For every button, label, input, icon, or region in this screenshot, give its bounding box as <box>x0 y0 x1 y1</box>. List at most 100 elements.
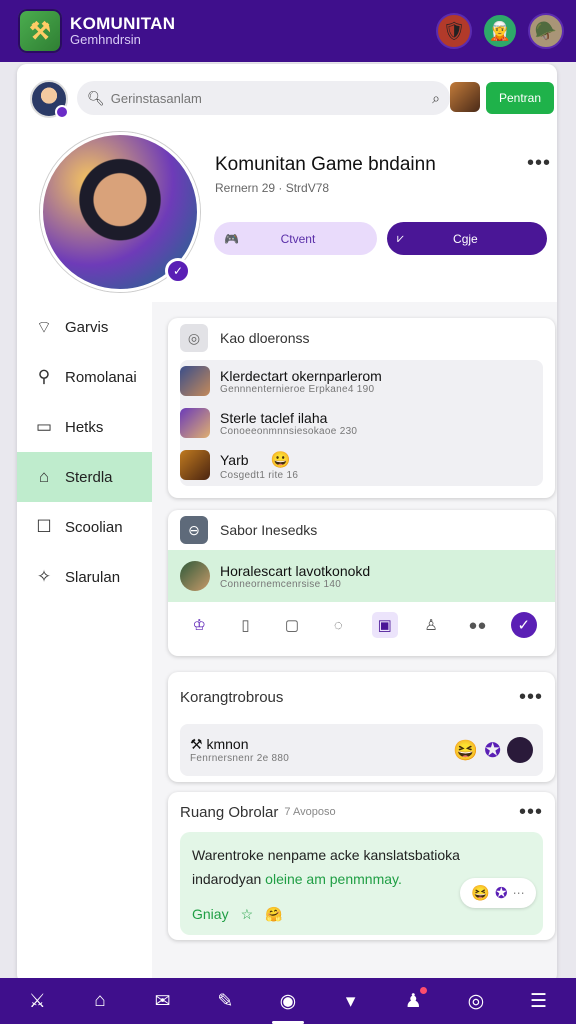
gamepad-icon: 🎮 <box>224 231 239 246</box>
nav-community-icon[interactable]: ◉ <box>268 981 308 1024</box>
reaction-label: Gniay <box>192 906 229 923</box>
forum-card: Korangtrobrous ••• ⚒ kmnon Fenrnersnenr … <box>168 672 555 782</box>
nav-mail-icon[interactable]: ✉ <box>143 981 183 1021</box>
member-list: Klerdectart okernparlerom Gennnenternier… <box>180 360 543 486</box>
game-thumbnail[interactable] <box>450 82 480 112</box>
list-item[interactable]: Yarb 😀 Cosgedt1 rite 16 <box>180 444 543 486</box>
laughing-emoji-icon: 😆 <box>471 885 491 902</box>
search-input[interactable] <box>110 90 433 106</box>
crown-icon[interactable]: ♔ <box>186 612 212 638</box>
person-icon[interactable]: ♙ <box>418 612 444 638</box>
search-bar[interactable]: 🔍︎ ⌕ <box>77 81 450 115</box>
square-icon: ☐ <box>36 517 52 536</box>
chat-footer: Gniay ☆ 🤗 <box>192 906 531 923</box>
tag-icon: ⌔ <box>36 317 52 337</box>
list-item[interactable]: Klerdectart okernparlerom Gennnenternier… <box>180 360 543 402</box>
nav-edit-icon[interactable]: ✎ <box>205 981 245 1021</box>
magnifier-icon[interactable]: ⌕ <box>432 90 440 107</box>
sidebar-item-hetks[interactable]: ▭ Hetks <box>17 402 152 452</box>
header-avatars: 🛡 🧝 🪖 <box>436 13 564 49</box>
search-icon: 🔍︎ <box>87 89 105 106</box>
member-avatar <box>180 408 210 438</box>
nav-inbox-icon[interactable]: ▾ <box>331 981 371 1021</box>
star-icon[interactable]: ✪ <box>484 738 501 763</box>
sidebar-item-scoolian[interactable]: ☐ Scoolian <box>17 502 152 552</box>
card-title: Sabor Inesedks <box>220 522 318 538</box>
member-avatar <box>180 366 210 396</box>
character-avatar[interactable]: 🧝 <box>482 13 518 49</box>
card-title: Ruang Obrolar <box>180 803 279 821</box>
sticker-icon[interactable]: ◌ <box>325 612 351 638</box>
member-avatar <box>180 450 210 480</box>
forum-row[interactable]: ⚒ kmnon Fenrnersnenr 2e 880 😆 ✪ <box>180 724 543 776</box>
signal-icon: ⩗ <box>397 231 404 245</box>
bottom-nav: ⚔ ⌂ ✉ ✎ ◉ ▾ ♟ ◎ ☰ <box>0 978 576 1024</box>
star-icon: ✪ <box>495 885 508 902</box>
user-avatar[interactable] <box>30 80 69 119</box>
sparkle-icon: ✧ <box>36 567 52 586</box>
card-title: Kao dloeronss <box>220 330 310 346</box>
sidebar-item-garvis[interactable]: ⌔ Garvis <box>17 302 152 352</box>
comment-icon[interactable]: ▢ <box>279 612 305 638</box>
list-item[interactable]: Horalescart lavotkonokd Conneornemcenrsi… <box>168 550 555 602</box>
hammer-icon: ⚒ <box>190 736 207 752</box>
home-icon: ⌂ <box>38 467 50 486</box>
action-toolbar: ♔ ▯ ▢ ◌ ▣ ♙ ●● ✓ <box>168 602 555 648</box>
card-header: Ruang Obrolar 7 Avoposo ••• <box>168 792 555 832</box>
more-options-icon[interactable]: ••• <box>519 802 543 822</box>
online-badge <box>55 105 69 119</box>
document-icon: ▭ <box>35 417 53 436</box>
soldier-avatar[interactable]: 🪖 <box>528 13 564 49</box>
verified-check-icon: ✓ <box>165 258 191 284</box>
link-icon[interactable]: ●● <box>464 612 490 638</box>
message-link[interactable]: oleine am penmnmay. <box>265 871 402 887</box>
check-icon[interactable]: ✓ <box>510 612 537 638</box>
sidebar-nav: ⌔ Garvis ⚲ Romolanai ▭ Hetks ⌂ Sterdla ☐… <box>17 302 152 984</box>
sidebar-item-sterdla[interactable]: ⌂ Sterdla <box>17 452 152 502</box>
notification-dot <box>420 987 428 994</box>
join-pill-button[interactable]: ⩗ Cgje <box>387 222 547 255</box>
card-header: Korangtrobrous ••• <box>168 672 555 722</box>
gallery-icon[interactable]: ▣ <box>371 612 398 638</box>
member-avatar <box>180 561 210 591</box>
card-header: ◎ Kao dloeronss <box>168 318 555 358</box>
more-icon: ⋯ <box>512 886 525 900</box>
event-pill-button[interactable]: 🎮 Ctvent <box>214 222 377 255</box>
bookmark-icon[interactable]: ▯ <box>233 612 259 638</box>
nav-home-icon[interactable]: ⌂ <box>80 981 120 1021</box>
card-title: Korangtrobrous <box>180 688 284 706</box>
recent-card: ⊖ Sabor Inesedks Horalescart lavotkonokd… <box>168 510 555 656</box>
warrior-avatar[interactable]: 🛡 <box>436 13 472 49</box>
community-stats: Rernern 29 · StrdV78 <box>215 181 330 195</box>
smiley-icon: 😀 <box>270 451 291 469</box>
primary-action-button[interactable]: Pentran <box>486 82 554 114</box>
community-title: Komunitan Game bndainn <box>215 154 436 175</box>
app-title-block: KOMUNITAN Gemhndrsin <box>70 14 175 48</box>
group-icon: ◎ <box>180 324 208 352</box>
nav-menu-icon[interactable]: ☰ <box>519 981 559 1021</box>
laughing-emoji-icon[interactable]: 😆 <box>453 738 478 763</box>
more-options-icon[interactable]: ••• <box>527 153 551 173</box>
community-header: 🔍︎ ⌕ Pentran ✓ Komunitan Game bndainn Re… <box>17 64 557 302</box>
emoji-icon[interactable]: 🤗 <box>265 906 282 923</box>
card-header: ⊖ Sabor Inesedks <box>168 510 555 550</box>
app-logo[interactable]: ⚒ <box>18 9 62 53</box>
location-pin-icon: ⚲ <box>37 367 51 386</box>
member-avatar[interactable] <box>507 737 533 763</box>
sidebar-item-slarulan[interactable]: ✧ Slarulan <box>17 552 152 602</box>
app-subtitle: Gemhndrsin <box>70 32 141 48</box>
nav-game-icon[interactable]: ⚔ <box>17 981 57 1021</box>
top-app-bar: ⚒ KOMUNITAN Gemhndrsin 🛡 🧝 🪖 <box>0 0 576 62</box>
star-icon[interactable]: ☆ <box>241 906 254 923</box>
floating-reactions[interactable]: 😆 ✪ ⋯ <box>460 878 536 908</box>
clock-icon: ⊖ <box>180 516 208 544</box>
app-title: KOMUNITAN <box>70 13 176 33</box>
members-card: ◎ Kao dloeronss Klerdectart okernparlero… <box>168 318 555 498</box>
more-options-icon[interactable]: ••• <box>519 687 543 707</box>
nav-profile-icon[interactable]: ♟ <box>393 981 433 1021</box>
list-item[interactable]: Sterle taclef ilaha Conoeeonmnnsiesokaoe… <box>180 402 543 444</box>
community-panel: 🔍︎ ⌕ Pentran ✓ Komunitan Game bndainn Re… <box>17 64 557 984</box>
sidebar-item-romolanai[interactable]: ⚲ Romolanai <box>17 352 152 402</box>
nav-record-icon[interactable]: ◎ <box>456 981 496 1021</box>
chat-card: Ruang Obrolar 7 Avoposo ••• Warentroke n… <box>168 792 555 940</box>
